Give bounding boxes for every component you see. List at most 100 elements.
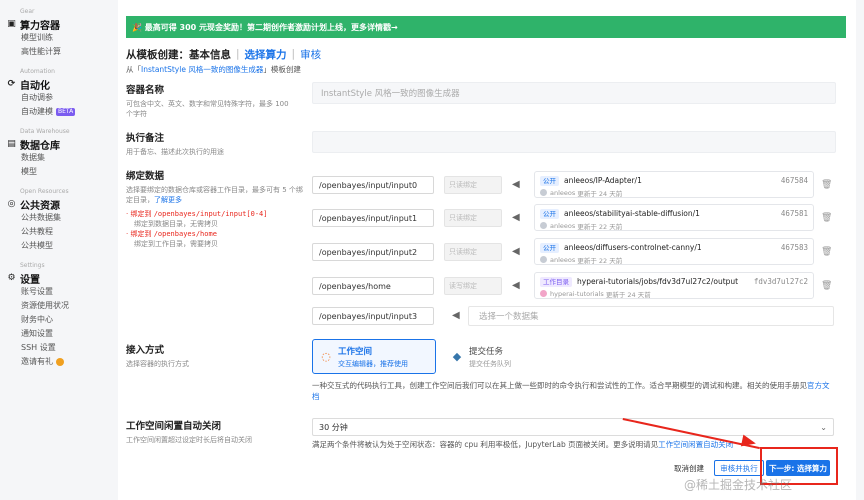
container-name-input[interactable]: InstantStyle 风格一致的图像生成器 [312, 82, 836, 104]
dataset-id: fdv3d7ul27c2 [753, 277, 808, 286]
task-option[interactable]: ◆ 提交任务 提交任务队列 [444, 339, 564, 374]
sidebar-item-finance[interactable]: 财务中心 [6, 313, 118, 327]
access-desc-text: 一种交互式的代码执行工具，创建工作空间后我们可以在其上做一些即时的命令执行和尝试… [312, 381, 807, 390]
sidebar-item-public-datasets[interactable]: 公共数据集 [6, 211, 118, 225]
dataset-card-top: 工作目录 hyperai-tutorials/jobs/fdv3d7ul27c2/… [540, 276, 808, 287]
bind-rule-1-desc: 绑定到数据目录，无需拷贝 [134, 220, 218, 228]
idle-timeout-select[interactable]: 30 分钟 ⌄ [312, 418, 834, 436]
breadcrumb-separator: | [291, 48, 296, 60]
breadcrumb-separator: | [236, 48, 240, 60]
step-review[interactable]: 审核 [300, 47, 321, 62]
dataset-card[interactable]: 公开 anleeos/IP-Adapter/1 467584 anleeos 更新于… [534, 171, 814, 198]
learn-more-link[interactable]: 了解更多 [154, 196, 182, 204]
note-input[interactable] [312, 131, 836, 153]
template-suffix: 」模板创建 [263, 65, 301, 74]
name-hint: 可包含中文、英文、数字和常见特殊字符，最多 100 个字符 [126, 100, 289, 118]
bind-path-input[interactable]: /openbayes/input/input3 [312, 307, 434, 325]
bind-mode-select[interactable]: 只读绑定 [444, 176, 502, 194]
dataset-select-input[interactable]: 选择一个数据集 [468, 306, 834, 326]
sidebar-group-title: 设置 [20, 274, 40, 286]
trash-icon[interactable]: 🗑 [821, 247, 832, 257]
sidebar-item-hpc[interactable]: 高性能计算 [6, 45, 118, 59]
sidebar-item-public-tutorials[interactable]: 公共教程 [6, 225, 118, 239]
sidebar-item-automation[interactable]: ⟳ 自动化 [6, 77, 118, 92]
sidebar-item-notify[interactable]: 通知设置 [6, 327, 118, 341]
arrow-left-icon: ◀ [512, 280, 520, 291]
sidebar-item-datasets[interactable]: 数据集 [6, 151, 118, 165]
sidebar-item-usage[interactable]: 资源使用状况 [6, 299, 118, 313]
sidebar-item-automodel[interactable]: 自动建模 BETA [6, 105, 118, 119]
bind-path-input[interactable]: /openbayes/input/input1 [312, 209, 434, 227]
sidebar-group-settings: Settings ⚙ 设置 账号设置 资源使用状况 财务中心 通知设置 SSH 设… [0, 262, 118, 369]
idle-hint: 工作空间闲置超过设定时长后将自动关闭 [126, 436, 252, 444]
arrow-left-icon: ◀ [512, 212, 520, 223]
bind-rule-path: /openbayes/input/input[0-4] [153, 210, 268, 218]
task-desc: 提交任务队列 [469, 359, 511, 368]
access-hint: 选择容器的执行方式 [126, 360, 189, 368]
trash-icon[interactable]: 🗑 [821, 180, 832, 190]
step-select-compute[interactable]: 选择算力 [245, 47, 287, 62]
sidebar-item-label: 邀请有礼 [21, 357, 53, 366]
dataset-card[interactable]: 公开 anleeos/diffusers-controlnet-canny/1 46… [534, 238, 814, 265]
sidebar-item-models[interactable]: 模型 [6, 165, 118, 179]
workspace-option[interactable]: ◌ 工作空间 交互编辑器，推荐使用 [312, 339, 436, 374]
sidebar-item-ssh[interactable]: SSH 设置 [6, 341, 118, 355]
scrollbar[interactable] [856, 0, 864, 500]
bind-path-input[interactable]: /openbayes/input/input2 [312, 243, 434, 261]
sidebar-item-settings[interactable]: ⚙ 设置 [6, 271, 118, 286]
sidebar-item-warehouse[interactable]: ▤ 数据仓库 [6, 137, 118, 152]
promo-banner[interactable]: 🎉 最高可得 300 元现金奖励！第二期创作者激励计划上线，更多详情戳→ [126, 16, 846, 38]
bind-mode-select[interactable]: 只读绑定 [444, 209, 502, 227]
chevron-down-icon: ⌄ [820, 422, 827, 432]
bind-mode-select[interactable]: 只读绑定 [444, 243, 502, 261]
dataset-card[interactable]: 公开 anleeos/stabilityai-stable-diffusion/1… [534, 204, 814, 231]
dataset-card-meta: anleeos 更新于 22 天前 [540, 220, 808, 231]
dataset-updated: 更新于 22 天前 [577, 256, 623, 265]
dataset-id: 467584 [780, 176, 808, 185]
idle-desc-text: 满足两个条件将被认为处于空闲状态：容器的 cpu 利用率极低，JupyterLa… [312, 440, 659, 449]
avatar [540, 256, 547, 263]
bind-path-input[interactable]: /openbayes/input/input0 [312, 176, 434, 194]
note-field-label-block: 执行备注 用于备忘、描述此次执行的用途 [126, 130, 296, 157]
arrow-left-icon: ◀ [452, 310, 460, 321]
sidebar-item-public-models[interactable]: 公共模型 [6, 239, 118, 253]
dataset-card-meta: anleeos 更新于 24 天前 [540, 187, 808, 198]
dataset-owner: anleeos [550, 188, 576, 197]
sidebar-item-account[interactable]: 账号设置 [6, 285, 118, 299]
step-basic-info: 从模板创建：基本信息 [126, 48, 231, 61]
trash-icon[interactable]: 🗑 [821, 213, 832, 223]
bind-mode-select[interactable]: 读写绑定 [444, 277, 502, 295]
arrow-left-icon: ◀ [512, 246, 520, 257]
database-icon: ▤ [7, 139, 16, 149]
watermark: @稀土掘金技术社区 [684, 478, 793, 492]
sidebar-item-training[interactable]: 模型训练 [6, 31, 118, 45]
bind-rule-1: · 绑定到 /openbayes/input/input[0-4] [126, 209, 306, 219]
sidebar-item-autotune[interactable]: 自动调参 [6, 91, 118, 105]
dataset-card-top: 公开 anleeos/stabilityai-stable-diffusion/1… [540, 208, 808, 219]
python-icon: ◆ [452, 350, 462, 363]
workdir-card[interactable]: 工作目录 hyperai-tutorials/jobs/fdv3d7ul27c2/… [534, 272, 814, 299]
visibility-badge: 公开 [540, 208, 559, 219]
trash-icon[interactable]: 🗑 [821, 281, 832, 291]
dataset-owner: anleeos [550, 255, 576, 264]
bind-rule-2-desc: 绑定到工作目录，需要拷贝 [134, 240, 218, 248]
cancel-button[interactable]: 取消创建 [668, 460, 710, 476]
sidebar-group-title: 数据仓库 [20, 140, 60, 152]
idle-docs-link[interactable]: 工作空间闲置自动关闭 [658, 440, 733, 449]
bind-hint: 选择要绑定的数据仓库或容器工作目录，最多可有 5 个绑定目录，了解更多 [126, 185, 306, 205]
dataset-id: 467583 [780, 243, 808, 252]
sidebar-item-compute[interactable]: ▣ 算力容器 [6, 17, 118, 32]
template-prefix: 从「 [126, 65, 141, 74]
access-label: 接入方式 [126, 345, 165, 356]
review-execute-button[interactable]: 审核并执行 [714, 460, 764, 476]
task-option-text: 提交任务 提交任务队列 [469, 345, 511, 369]
sidebar-item-invite[interactable]: 邀请有礼 [6, 355, 118, 369]
note-label: 执行备注 [126, 133, 165, 144]
visibility-badge: 公开 [540, 175, 559, 186]
bind-path-input[interactable]: /openbayes/home [312, 277, 434, 295]
template-link[interactable]: InstantStyle 风格一致的图像生成器 [141, 65, 263, 74]
main-panel: 🎉 最高可得 300 元现金奖励！第二期创作者激励计划上线，更多详情戳→ 从模板… [118, 0, 856, 500]
bind-label: 绑定数据 [126, 171, 165, 182]
avatar [540, 222, 547, 229]
sidebar-item-public[interactable]: ◎ 公共资源 [6, 197, 118, 212]
